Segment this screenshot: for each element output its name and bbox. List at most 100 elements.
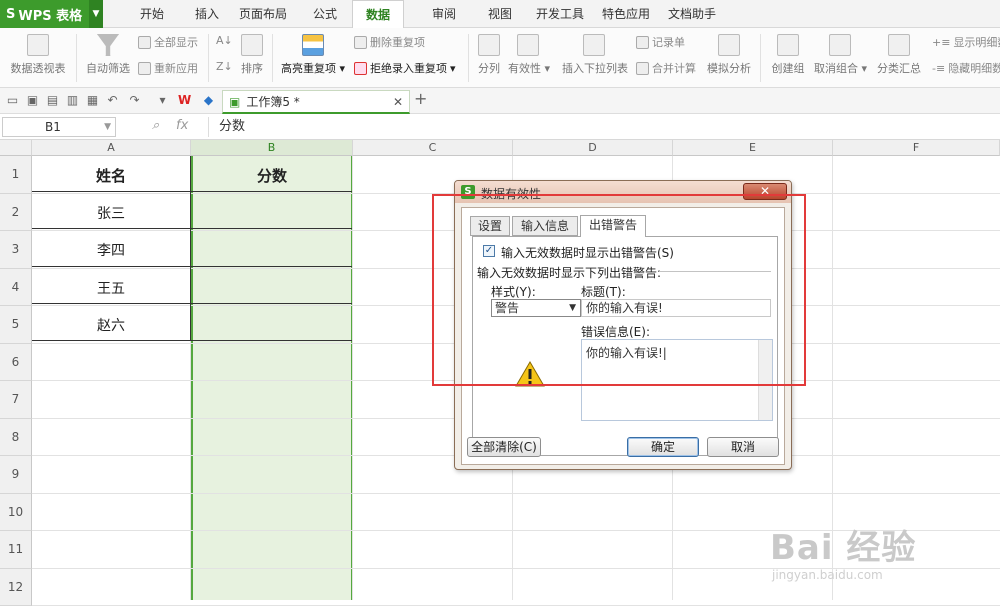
show-detail-button[interactable]: +≡ 显示明细数: [932, 34, 1000, 50]
cell-a3[interactable]: 李四: [32, 240, 190, 260]
row-header-12[interactable]: 12: [0, 569, 32, 606]
highlight-duplicates-button[interactable]: 高亮重复项 ▾: [280, 34, 346, 76]
title-input[interactable]: 你的输入有误!: [581, 299, 771, 317]
dialog-titlebar[interactable]: S 数据有效性 ✕: [455, 181, 791, 203]
cancel-button[interactable]: 取消: [707, 437, 779, 457]
export-pdf-icon[interactable]: ▤: [46, 94, 59, 107]
tab-3[interactable]: 公式: [303, 0, 347, 28]
column-header-b[interactable]: B: [191, 140, 353, 156]
row-header-5[interactable]: 5: [0, 306, 32, 344]
reject-duplicates-button[interactable]: 拒绝录入重复项 ▾: [354, 60, 456, 76]
sort-asc-button[interactable]: A↓: [216, 34, 233, 47]
document-tab[interactable]: ▣ 工作簿5 * ✕: [222, 90, 410, 114]
section-divider: [659, 271, 771, 272]
show-all-button[interactable]: 全部显示: [138, 34, 198, 50]
ribbon-data: 数据透视表 自动筛选 全部显示 重新应用 A↓ Z↓ 排序 高亮重复项 ▾ 删除…: [0, 28, 1000, 88]
create-group-button[interactable]: 创建组: [768, 34, 808, 76]
sort-button[interactable]: 排序: [238, 34, 266, 76]
show-error-checkbox-label: 输入无效数据时显示出错警告(S): [501, 244, 674, 261]
row-header-4[interactable]: 4: [0, 269, 32, 307]
tab-2[interactable]: 页面布局: [233, 0, 293, 28]
customize-dropdown-icon[interactable]: ▾: [156, 94, 169, 107]
cell-a2[interactable]: 张三: [32, 203, 190, 223]
column-header-d[interactable]: D: [513, 140, 673, 156]
simulation-button[interactable]: 模拟分析: [706, 34, 752, 76]
fx-icon[interactable]: fx: [176, 118, 188, 133]
cell-b1[interactable]: 分数: [191, 165, 353, 186]
tab-0[interactable]: 开始: [130, 0, 174, 28]
column-header-c[interactable]: C: [353, 140, 513, 156]
tab-9[interactable]: 文档助手: [662, 0, 722, 28]
title-label: 标题(T):: [581, 283, 626, 300]
save-icon[interactable]: ▣: [26, 94, 39, 107]
chevron-down-icon[interactable]: ▼: [89, 0, 103, 28]
row-header-1[interactable]: 1: [0, 156, 32, 194]
redo-icon[interactable]: ↷: [128, 94, 141, 107]
tab-4[interactable]: 数据: [352, 0, 404, 29]
cell-a4[interactable]: 王五: [32, 278, 190, 298]
tab-input-message[interactable]: 输入信息: [512, 216, 578, 236]
print-icon[interactable]: ▥: [66, 94, 79, 107]
tab-error-alert[interactable]: 出错警告: [580, 215, 646, 237]
row-header-2[interactable]: 2: [0, 194, 32, 232]
open-folder-icon[interactable]: ▭: [6, 94, 19, 107]
tab-7[interactable]: 开发工具: [530, 0, 590, 28]
name-box[interactable]: B1 ▼: [2, 117, 116, 137]
reapply-button[interactable]: 重新应用: [138, 60, 198, 76]
subtotal-button[interactable]: 分类汇总: [876, 34, 922, 76]
cell-a1[interactable]: 姓名: [32, 165, 190, 186]
autofilter-button[interactable]: 自动筛选: [84, 34, 132, 76]
chevron-down-icon[interactable]: ▼: [104, 118, 111, 136]
row-header-7[interactable]: 7: [0, 381, 32, 419]
column-header-f[interactable]: F: [833, 140, 1000, 156]
pivot-table-button[interactable]: 数据透视表: [8, 34, 68, 76]
app-menu-button[interactable]: S WPS 表格 ▼: [0, 0, 103, 28]
cell-a5[interactable]: 赵六: [32, 315, 190, 335]
split-column-button[interactable]: 分列: [476, 34, 502, 76]
refresh-filter-icon: [138, 62, 151, 75]
insert-dropdown-button[interactable]: 插入下拉列表: [562, 34, 626, 76]
tab-6[interactable]: 视图: [478, 0, 522, 28]
select-all-corner[interactable]: [0, 140, 32, 156]
record-form-button[interactable]: 记录单: [636, 34, 685, 50]
table-border: [32, 266, 352, 267]
validity-icon: [517, 34, 539, 56]
cube-icon[interactable]: ◆: [202, 94, 215, 107]
textarea-scrollbar[interactable]: [758, 340, 772, 420]
ungroup-button[interactable]: 取消组合 ▾: [814, 34, 866, 76]
dialog-title: 数据有效性: [481, 185, 541, 202]
print-preview-icon[interactable]: ▦: [86, 94, 99, 107]
column-header-a[interactable]: A: [32, 140, 191, 156]
split-column-icon: [478, 34, 500, 56]
undo-icon[interactable]: ↶: [106, 94, 119, 107]
tab-5[interactable]: 审阅: [422, 0, 466, 28]
row-header-9[interactable]: 9: [0, 456, 32, 494]
hide-detail-button[interactable]: -≡ 隐藏明细数: [932, 60, 1000, 76]
validity-button[interactable]: 有效性 ▾: [508, 34, 548, 76]
clear-all-button[interactable]: 全部清除(C): [467, 437, 541, 457]
consolidate-button[interactable]: 合并计算: [636, 60, 696, 76]
show-error-checkbox[interactable]: ✓: [483, 245, 495, 257]
delete-duplicates-button[interactable]: 删除重复项: [354, 34, 425, 50]
column-header-e[interactable]: E: [673, 140, 833, 156]
close-tab-icon[interactable]: ✕: [393, 95, 403, 109]
new-tab-plus-icon[interactable]: +: [414, 92, 427, 105]
wps-w-icon[interactable]: W: [178, 94, 191, 107]
close-icon[interactable]: ✕: [743, 183, 787, 200]
baidu-watermark-url: jingyan.baidu.com: [772, 568, 883, 582]
row-header-11[interactable]: 11: [0, 531, 32, 569]
formula-bar: B1 ▼ ⌕ fx 分数: [0, 114, 1000, 140]
row-header-8[interactable]: 8: [0, 419, 32, 457]
sort-desc-button[interactable]: Z↓: [216, 60, 233, 73]
tab-8[interactable]: 特色应用: [596, 0, 656, 28]
tab-settings[interactable]: 设置: [470, 216, 510, 236]
row-header-6[interactable]: 6: [0, 344, 32, 382]
zoom-search-icon[interactable]: ⌕: [152, 118, 159, 133]
ok-button[interactable]: 确定: [627, 437, 699, 457]
style-select[interactable]: 警告 ▼: [491, 299, 581, 317]
tab-1[interactable]: 插入: [185, 0, 229, 28]
row-header-3[interactable]: 3: [0, 231, 32, 269]
error-message-textarea[interactable]: 你的输入有误!|: [581, 339, 773, 421]
row-header-10[interactable]: 10: [0, 494, 32, 532]
formula-input[interactable]: 分数: [208, 117, 998, 137]
